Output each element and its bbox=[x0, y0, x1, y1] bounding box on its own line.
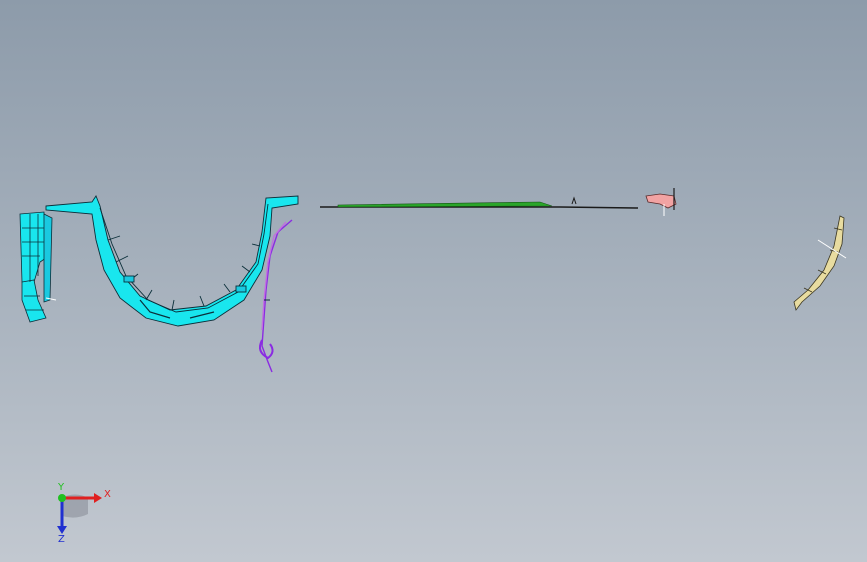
wheel-arch-liner-part[interactable] bbox=[45, 195, 299, 327]
left-bracket-part[interactable] bbox=[19, 211, 57, 323]
long-strip-part[interactable] bbox=[320, 196, 639, 209]
z-axis-arrow bbox=[57, 526, 67, 534]
3d-viewport[interactable]: X Y Z bbox=[0, 0, 867, 562]
small-clip-part[interactable] bbox=[645, 188, 677, 216]
x-axis-arrow bbox=[94, 493, 102, 503]
y-axis-label: Y bbox=[57, 482, 65, 493]
coordinate-triad: X Y Z bbox=[57, 482, 111, 544]
model-scene[interactable] bbox=[0, 0, 867, 562]
y-axis-dot bbox=[58, 494, 66, 502]
x-axis-label: X bbox=[104, 489, 111, 500]
z-axis-label: Z bbox=[58, 534, 65, 544]
curved-trim-part[interactable] bbox=[793, 215, 847, 311]
